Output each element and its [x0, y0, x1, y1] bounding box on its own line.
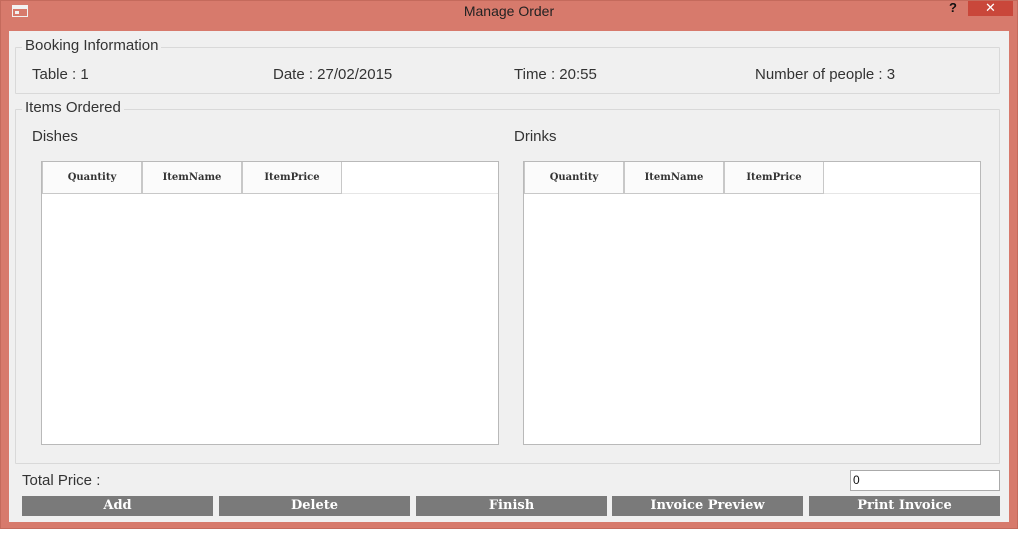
finish-button[interactable]: Finish [416, 496, 607, 516]
drinks-column-itemprice[interactable]: ItemPrice [724, 162, 824, 194]
table-number-label: Table : 1 [32, 66, 89, 83]
total-price-label: Total Price : [22, 472, 101, 489]
dishes-column-itemprice[interactable]: ItemPrice [242, 162, 342, 194]
invoice-preview-button[interactable]: Invoice Preview [612, 496, 803, 516]
dishes-table[interactable]: Quantity ItemName ItemPrice [41, 161, 499, 445]
drinks-table-header: Quantity ItemName ItemPrice [524, 162, 980, 194]
background-strip [0, 529, 1018, 535]
dialog-body: Booking Information Table : 1 Date : 27/… [9, 31, 1009, 522]
close-button[interactable]: ✕ [968, 1, 1013, 16]
dishes-column-quantity[interactable]: Quantity [42, 162, 142, 194]
delete-button[interactable]: Delete [219, 496, 410, 516]
drinks-column-itemname[interactable]: ItemName [624, 162, 724, 194]
dishes-label: Dishes [32, 128, 78, 145]
add-button[interactable]: Add [22, 496, 213, 516]
dishes-table-header: Quantity ItemName ItemPrice [42, 162, 498, 194]
booking-information-legend: Booking Information [22, 37, 162, 54]
number-of-people-label: Number of people : 3 [755, 66, 896, 83]
drinks-table[interactable]: Quantity ItemName ItemPrice [523, 161, 981, 445]
close-icon: ✕ [985, 0, 996, 15]
total-price-field[interactable]: 0 [850, 470, 1000, 491]
window-title: Manage Order [463, 3, 555, 19]
help-button[interactable]: ? [941, 1, 965, 15]
manage-order-window: Manage Order ? ✕ Booking Information Tab… [0, 0, 1018, 529]
drinks-label: Drinks [514, 128, 557, 145]
items-ordered-legend: Items Ordered [22, 99, 124, 116]
drinks-column-quantity[interactable]: Quantity [524, 162, 624, 194]
dishes-column-itemname[interactable]: ItemName [142, 162, 242, 194]
print-invoice-button[interactable]: Print Invoice [809, 496, 1000, 516]
time-label: Time : 20:55 [514, 66, 597, 83]
date-label: Date : 27/02/2015 [273, 66, 393, 83]
title-bar[interactable]: Manage Order ? ✕ [1, 1, 1017, 23]
